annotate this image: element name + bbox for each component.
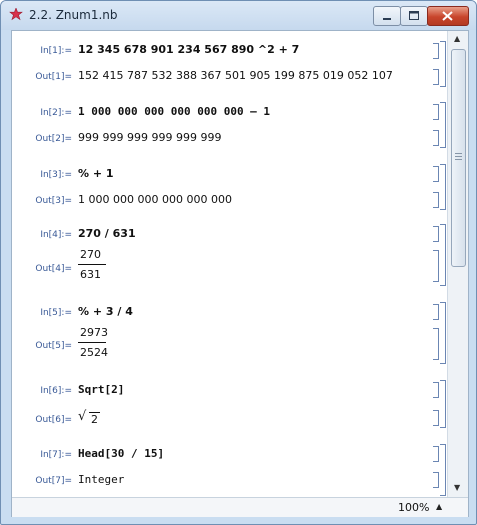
numerator: 270 <box>80 248 101 261</box>
fraction-output: 2973 2524 <box>78 326 108 359</box>
in-label: In[2]:= <box>40 108 72 118</box>
out-label: Out[6]= <box>35 415 72 425</box>
notebook-content[interactable]: In[1]:= 12 345 678 901 234 567 890 ^2 + … <box>12 31 446 497</box>
out-label: Out[4]= <box>35 264 72 274</box>
out-label: Out[1]= <box>35 72 72 82</box>
cell-bracket[interactable] <box>433 382 439 398</box>
group-bracket[interactable] <box>440 302 446 364</box>
fraction-output: 270 631 <box>78 248 108 281</box>
minimize-button[interactable] <box>373 6 401 26</box>
scroll-down-arrow-icon[interactable]: ▼ <box>454 483 460 492</box>
scroll-up-arrow-icon[interactable]: ▲ <box>454 34 460 43</box>
group-bracket[interactable] <box>440 444 446 496</box>
cell-bracket[interactable] <box>433 328 439 360</box>
group-bracket[interactable] <box>440 41 446 87</box>
status-bar: 100% ▲ <box>12 497 468 517</box>
out-label: Out[3]= <box>35 196 72 206</box>
notebook-client-area: In[1]:= 12 345 678 901 234 567 890 ^2 + … <box>11 30 469 517</box>
input-cell[interactable]: 12 345 678 901 234 567 890 ^2 + 7 <box>78 43 299 56</box>
cell-bracket[interactable] <box>433 226 439 242</box>
zoom-level[interactable]: 100% <box>398 501 429 514</box>
vertical-scrollbar[interactable]: ▲ ▼ <box>447 31 468 497</box>
cell-bracket[interactable] <box>433 69 439 85</box>
input-cell[interactable]: % + 1 <box>78 167 114 180</box>
cell-bracket[interactable] <box>433 166 439 182</box>
cell-bracket[interactable] <box>433 304 439 320</box>
out-label: Out[2]= <box>35 134 72 144</box>
zoom-dropdown-icon[interactable]: ▲ <box>436 502 442 511</box>
denominator: 2524 <box>80 346 108 359</box>
out-label: Out[5]= <box>35 341 72 351</box>
output-cell: 152 415 787 532 388 367 501 905 199 875 … <box>78 69 393 82</box>
in-label: In[6]:= <box>40 386 72 396</box>
cell-bracket[interactable] <box>433 104 439 120</box>
cell-bracket[interactable] <box>433 250 439 282</box>
window-title: 2.2. Znum1.nb <box>29 8 118 22</box>
input-cell[interactable]: 1 000 000 000 000 000 000 – 1 <box>78 105 270 118</box>
output-cell: Integer <box>78 473 125 486</box>
output-cell: 999 999 999 999 999 999 <box>78 131 222 144</box>
in-label: In[7]:= <box>40 450 72 460</box>
input-cell[interactable]: Sqrt[2] <box>78 383 124 396</box>
group-bracket[interactable] <box>440 102 446 148</box>
cell-bracket[interactable] <box>433 410 439 426</box>
close-button[interactable] <box>427 6 469 26</box>
in-label: In[3]:= <box>40 170 72 180</box>
out-label: Out[7]= <box>35 476 72 486</box>
output-cell: 2 <box>89 412 100 426</box>
numerator: 2973 <box>80 326 108 339</box>
denominator: 631 <box>80 268 101 281</box>
fraction-bar <box>78 342 106 343</box>
input-cell[interactable]: 270 / 631 <box>78 227 136 240</box>
input-cell[interactable]: % + 3 / 4 <box>78 305 133 318</box>
group-bracket[interactable] <box>440 224 446 286</box>
grip-line <box>455 156 462 157</box>
notebook-window: 2.2. Znum1.nb In[1]:= 12 345 678 901 234… <box>0 0 477 525</box>
cell-bracket[interactable] <box>433 472 439 488</box>
title-bar[interactable]: 2.2. Znum1.nb <box>1 1 476 30</box>
in-label: In[5]:= <box>40 308 72 318</box>
cell-bracket[interactable] <box>433 130 439 146</box>
output-cell: 1 000 000 000 000 000 000 <box>78 193 232 206</box>
scroll-thumb[interactable] <box>451 49 466 267</box>
input-cell[interactable]: Head[30 / 15] <box>78 447 164 460</box>
minimize-icon <box>383 18 391 20</box>
fraction-bar <box>78 264 106 265</box>
grip-line <box>455 159 462 160</box>
in-label: In[4]:= <box>40 230 72 240</box>
group-bracket[interactable] <box>440 380 446 428</box>
close-icon <box>442 11 453 21</box>
cell-bracket[interactable] <box>433 43 439 59</box>
grip-line <box>455 153 462 154</box>
cell-bracket[interactable] <box>433 192 439 208</box>
maximize-icon <box>409 11 419 20</box>
sqrt-symbol: √ <box>78 409 87 424</box>
maximize-button[interactable] <box>400 6 428 26</box>
in-label: In[1]:= <box>40 46 72 56</box>
cell-bracket[interactable] <box>433 446 439 462</box>
mathematica-star-icon <box>9 8 23 21</box>
group-bracket[interactable] <box>440 164 446 210</box>
